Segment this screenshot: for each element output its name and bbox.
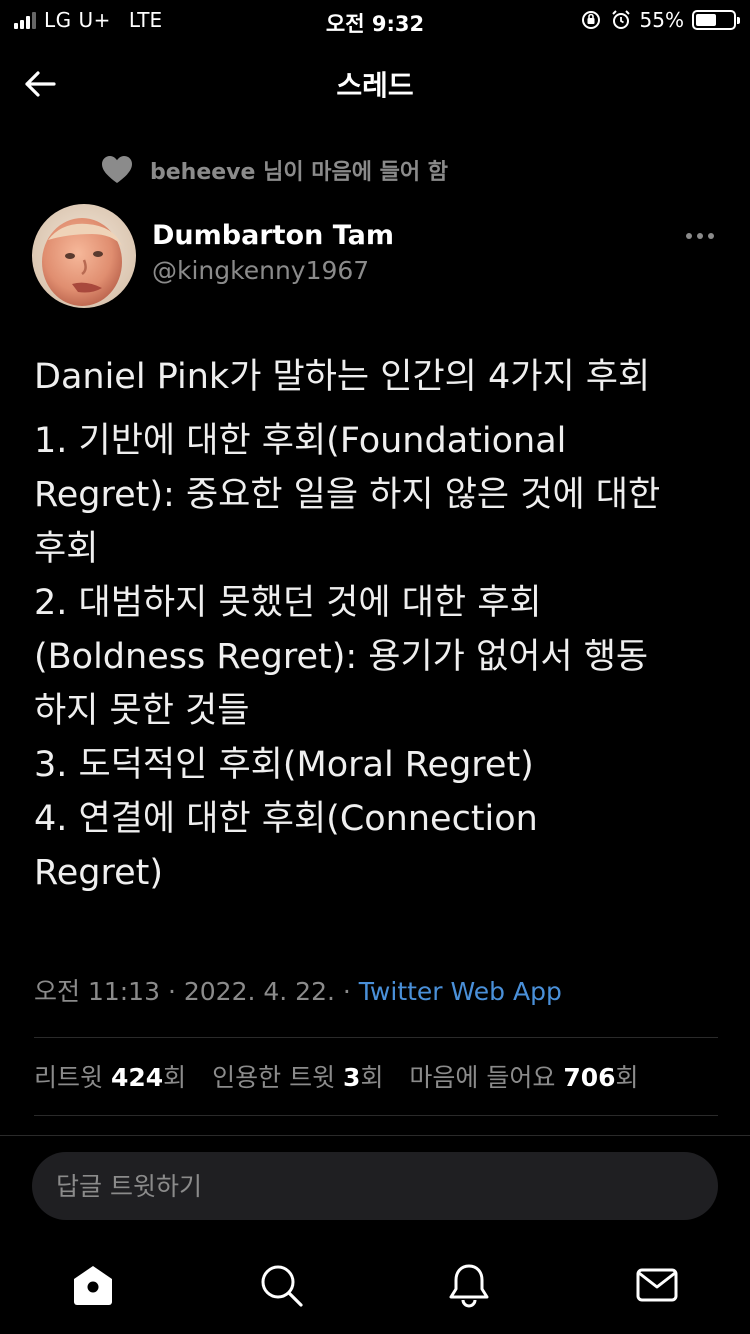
tweet-time[interactable]: 오전 11:13: [34, 977, 160, 1006]
divider: [0, 1135, 750, 1136]
reply-input[interactable]: [32, 1152, 718, 1220]
notifications-icon: [449, 1264, 489, 1308]
reply-composer[interactable]: [32, 1152, 718, 1220]
more-horizontal-icon: [686, 233, 692, 239]
page-title: 스레드: [336, 69, 414, 102]
tweet-line: 2. 대범하지 못했던 것에 대한 후회: [34, 583, 542, 623]
likes-label: 마음에 들어요: [409, 1063, 556, 1092]
more-options-button[interactable]: [680, 224, 720, 248]
separator: ·: [167, 977, 176, 1006]
avatar[interactable]: [32, 204, 136, 308]
tweet-source-link[interactable]: Twitter Web App: [359, 977, 562, 1006]
author-handle[interactable]: @kingkenny1967: [152, 256, 369, 285]
search-icon: [261, 1265, 303, 1307]
orientation-lock-icon: [581, 11, 600, 29]
quotes-suffix: 회: [360, 1063, 384, 1092]
tweet-text: Daniel Pink가 말하는 인간의 4가지 후회 1. 기반에 대한 후회…: [34, 350, 734, 900]
tab-notifications[interactable]: [446, 1262, 492, 1308]
tweet-date[interactable]: 2022. 4. 22.: [184, 977, 335, 1006]
thread-header: 스레드: [0, 50, 750, 116]
likes-suffix: 회: [615, 1063, 639, 1092]
divider: [34, 1115, 718, 1116]
tab-messages[interactable]: [634, 1262, 680, 1308]
separator: ·: [342, 977, 351, 1006]
status-bar: LG U+ LTE 오전 9:32 55%: [0, 0, 750, 40]
social-context-text: beheeve 님이 마음에 들어 함: [150, 160, 448, 185]
avatar-image: [32, 204, 136, 308]
retweets-suffix: 회: [163, 1063, 187, 1092]
tweet-line: 3. 도덕적인 후회(Moral Regret): [34, 745, 534, 785]
tab-search[interactable]: [258, 1262, 304, 1308]
social-context[interactable]: beheeve 님이 마음에 들어 함: [100, 150, 448, 190]
tweet-timestamp: 오전 11:13 · 2022. 4. 22. · Twitter Web Ap…: [34, 972, 562, 1008]
quotes-count: 3: [343, 1063, 361, 1092]
tweet-stats: 리트윗 424회 인용한 트윗 3회 마음에 들어요 706회: [34, 1058, 657, 1094]
heart-icon: [102, 156, 132, 183]
tweet-line: 하지 못한 것들: [34, 691, 250, 731]
retweets-label: 리트윗: [34, 1063, 104, 1092]
tweet-line: Daniel Pink가 말하는 인간의 4가지 후회: [34, 357, 651, 397]
alarm-icon: [611, 10, 630, 29]
retweets-count: 424: [110, 1063, 164, 1092]
quotes-stat[interactable]: 인용한 트윗 3회: [212, 1063, 391, 1092]
tweet-line: 4. 연결에 대한 후회(Connection: [34, 799, 538, 839]
battery-icon: [692, 10, 740, 30]
divider: [34, 1037, 718, 1038]
tweet-line: Regret): 중요한 일을 하지 않은 것에 대한: [34, 475, 661, 515]
tweet-line: Regret): [34, 853, 164, 893]
quotes-label: 인용한 트윗: [212, 1063, 336, 1092]
likes-stat[interactable]: 마음에 들어요 706회: [409, 1063, 638, 1092]
author-display-name[interactable]: Dumbarton Tam: [152, 220, 394, 251]
tab-home[interactable]: [70, 1262, 116, 1308]
tweet-line: (Boldness Regret): 용기가 없어서 행동: [34, 637, 649, 677]
battery-percent: 55%: [639, 8, 684, 32]
tweet-line: 후회: [34, 529, 99, 569]
retweets-stat[interactable]: 리트윗 424회: [34, 1063, 194, 1092]
home-icon: [74, 1266, 112, 1305]
messages-icon: [636, 1268, 678, 1302]
likes-count: 706: [563, 1063, 616, 1092]
tweet-line: 1. 기반에 대한 후회(Foundational: [34, 421, 567, 461]
